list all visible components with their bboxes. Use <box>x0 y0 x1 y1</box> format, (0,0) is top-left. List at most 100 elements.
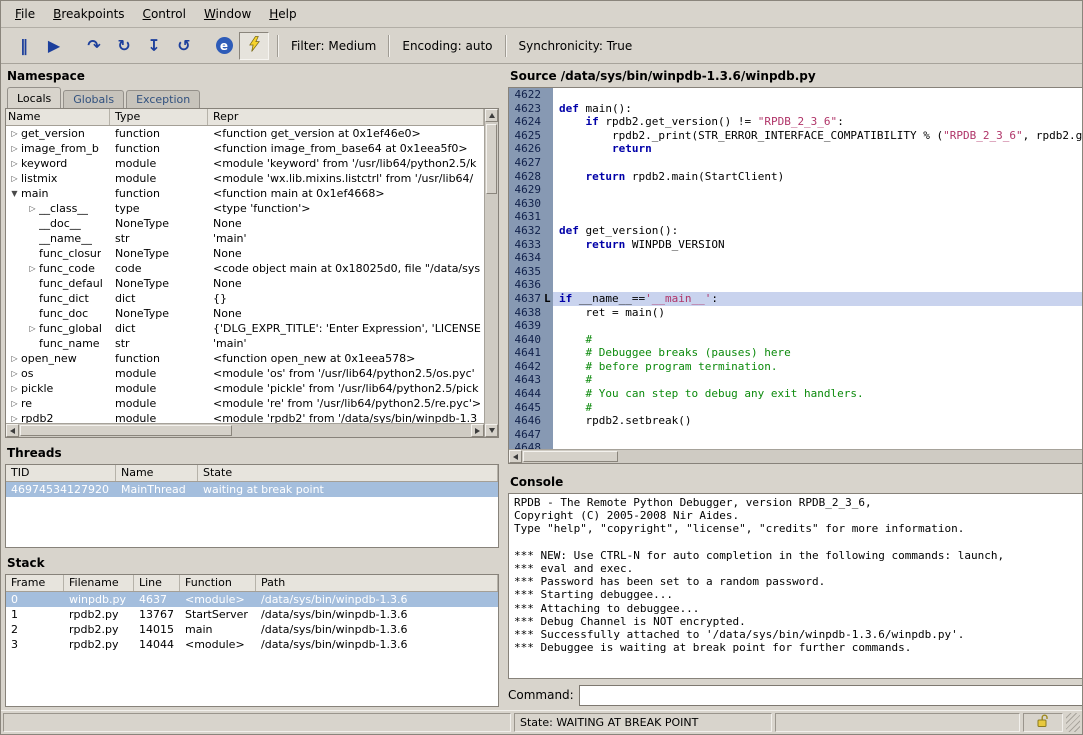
line-number-gutter[interactable]: 4626 <box>509 142 553 156</box>
expander-icon[interactable]: ▷ <box>8 396 21 411</box>
go-button[interactable]: ▶ <box>39 32 69 60</box>
stack-row[interactable]: 0winpdb.py4637<module>/data/sys/bin/winp… <box>6 592 498 607</box>
namespace-row[interactable]: ▷osmodule<module 'os' from '/usr/lib64/p… <box>6 366 484 381</box>
line-number-gutter[interactable]: 4646 <box>509 414 553 428</box>
namespace-row[interactable]: __name__str'main' <box>6 231 484 246</box>
source-line[interactable]: 4643 # <box>509 373 1083 387</box>
resize-grip[interactable] <box>1066 713 1080 732</box>
column-header-path[interactable]: Path <box>256 575 498 591</box>
line-number-gutter[interactable]: 4631 <box>509 210 553 224</box>
thread-row[interactable]: 46974534127920MainThreadwaiting at break… <box>6 482 498 497</box>
line-number-gutter[interactable]: 4623 <box>509 102 553 116</box>
break-button[interactable]: ‖ <box>9 32 39 60</box>
line-number-gutter[interactable]: 4630 <box>509 197 553 211</box>
expander-icon[interactable]: ▷ <box>8 411 21 423</box>
line-number-gutter[interactable]: 4644 <box>509 387 553 401</box>
line-number-gutter[interactable]: 4638 <box>509 306 553 320</box>
source-line[interactable]: 4633 return WINPDB_VERSION <box>509 238 1083 252</box>
source-line[interactable]: 4642 # before program termination. <box>509 360 1083 374</box>
source-line[interactable]: 4624 if rpdb2.get_version() != "RPDB_2_3… <box>509 115 1083 129</box>
scrollbar-track[interactable] <box>19 424 471 437</box>
expander-icon[interactable]: ▷ <box>8 141 21 156</box>
expander-icon[interactable]: ▷ <box>8 126 21 141</box>
encoding-button[interactable]: e <box>209 32 239 60</box>
line-number-gutter[interactable]: 4648 <box>509 441 553 449</box>
scroll-left-arrow[interactable] <box>509 450 522 463</box>
tab-exception[interactable]: Exception <box>126 90 200 108</box>
column-header-name[interactable]: Name <box>6 109 110 125</box>
line-number-gutter[interactable]: 4636 <box>509 278 553 292</box>
column-header-line[interactable]: Line <box>134 575 180 591</box>
line-number-gutter[interactable]: 4633 <box>509 238 553 252</box>
menu-item-breakpoints[interactable]: Breakpoints <box>45 3 132 25</box>
expander-icon[interactable]: ▷ <box>8 156 21 171</box>
expander-icon[interactable]: ▷ <box>8 381 21 396</box>
namespace-row[interactable]: func_defaulNoneTypeNone <box>6 276 484 291</box>
source-line[interactable]: 4629 <box>509 183 1083 197</box>
tab-globals[interactable]: Globals <box>63 90 124 108</box>
source-line[interactable]: 4627 <box>509 156 1083 170</box>
return-button[interactable]: ↧ <box>139 32 169 60</box>
namespace-row[interactable]: ▷keywordmodule<module 'keyword' from '/u… <box>6 156 484 171</box>
source-line[interactable]: 4647 <box>509 428 1083 442</box>
source-line[interactable]: 4631 <box>509 210 1083 224</box>
stack-row[interactable]: 2rpdb2.py14015main/data/sys/bin/winpdb-1… <box>6 622 498 637</box>
namespace-row[interactable]: ▷image_from_bfunction<function image_fro… <box>6 141 484 156</box>
line-number-gutter[interactable]: 4640 <box>509 333 553 347</box>
source-line[interactable]: 4623def main(): <box>509 102 1083 116</box>
expander-icon[interactable]: ▷ <box>26 201 39 216</box>
column-header-name[interactable]: Name <box>116 465 198 481</box>
source-line[interactable]: 4637Lif __name__=='__main__': <box>509 292 1083 306</box>
source-line[interactable]: 4644 # You can step to debug any exit ha… <box>509 387 1083 401</box>
column-header-tid[interactable]: TID <box>6 465 116 481</box>
line-number-gutter[interactable]: 4637L <box>509 292 553 306</box>
scrollbar-thumb[interactable] <box>523 451 618 462</box>
menu-item-help[interactable]: Help <box>261 3 304 25</box>
expander-icon[interactable]: ▼ <box>8 186 21 201</box>
tab-locals[interactable]: Locals <box>7 87 61 108</box>
source-hscrollbar[interactable] <box>509 449 1083 463</box>
source-line[interactable]: 4648 <box>509 441 1083 449</box>
column-header-type[interactable]: Type <box>110 109 208 125</box>
source-line[interactable]: 4646 rpdb2.setbreak() <box>509 414 1083 428</box>
line-number-gutter[interactable]: 4642 <box>509 360 553 374</box>
source-line[interactable]: 4641 # Debuggee breaks (pauses) here <box>509 346 1083 360</box>
namespace-hscrollbar[interactable] <box>6 423 484 437</box>
line-number-gutter[interactable]: 4639 <box>509 319 553 333</box>
source-line[interactable]: 4632def get_version(): <box>509 224 1083 238</box>
expander-icon[interactable]: ▷ <box>8 366 21 381</box>
scrollbar-thumb[interactable] <box>20 425 232 436</box>
line-number-gutter[interactable]: 4629 <box>509 183 553 197</box>
source-line[interactable]: 4628 return rpdb2.main(StartClient) <box>509 170 1083 184</box>
namespace-row[interactable]: ▷func_globaldict{'DLG_EXPR_TITLE': 'Ente… <box>6 321 484 336</box>
goto-button[interactable]: ↺ <box>169 32 199 60</box>
line-number-gutter[interactable]: 4622 <box>509 88 553 102</box>
line-number-gutter[interactable]: 4645 <box>509 401 553 415</box>
source-line[interactable]: 4626 return <box>509 142 1083 156</box>
namespace-row[interactable]: func_docNoneTypeNone <box>6 306 484 321</box>
scroll-down-arrow[interactable] <box>485 424 498 437</box>
source-line[interactable]: 4636 <box>509 278 1083 292</box>
namespace-row[interactable]: func_closurNoneTypeNone <box>6 246 484 261</box>
step-into-button[interactable]: ↷ <box>79 32 109 60</box>
menu-item-file[interactable]: File <box>7 3 43 25</box>
namespace-row[interactable]: __doc__NoneTypeNone <box>6 216 484 231</box>
line-number-gutter[interactable]: 4624 <box>509 115 553 129</box>
synchronicity-button[interactable] <box>239 32 269 60</box>
line-number-gutter[interactable]: 4635 <box>509 265 553 279</box>
next-button[interactable]: ↻ <box>109 32 139 60</box>
source-line[interactable]: 4639 <box>509 319 1083 333</box>
source-line[interactable]: 4638 ret = main() <box>509 306 1083 320</box>
namespace-row[interactable]: ▷__class__type<type 'function'> <box>6 201 484 216</box>
expander-icon[interactable]: ▷ <box>26 321 39 336</box>
source-line[interactable]: 4640 # <box>509 333 1083 347</box>
source-line[interactable]: 4645 # <box>509 401 1083 415</box>
line-number-gutter[interactable]: 4627 <box>509 156 553 170</box>
stack-row[interactable]: 1rpdb2.py13767StartServer/data/sys/bin/w… <box>6 607 498 622</box>
scroll-left-arrow[interactable] <box>6 424 19 437</box>
namespace-row[interactable]: ▷open_newfunction<function open_new at 0… <box>6 351 484 366</box>
source-line[interactable]: 4635 <box>509 265 1083 279</box>
namespace-row[interactable]: ▷get_versionfunction<function get_versio… <box>6 126 484 141</box>
scrollbar-track[interactable] <box>485 122 498 424</box>
column-header-frame[interactable]: Frame <box>6 575 64 591</box>
